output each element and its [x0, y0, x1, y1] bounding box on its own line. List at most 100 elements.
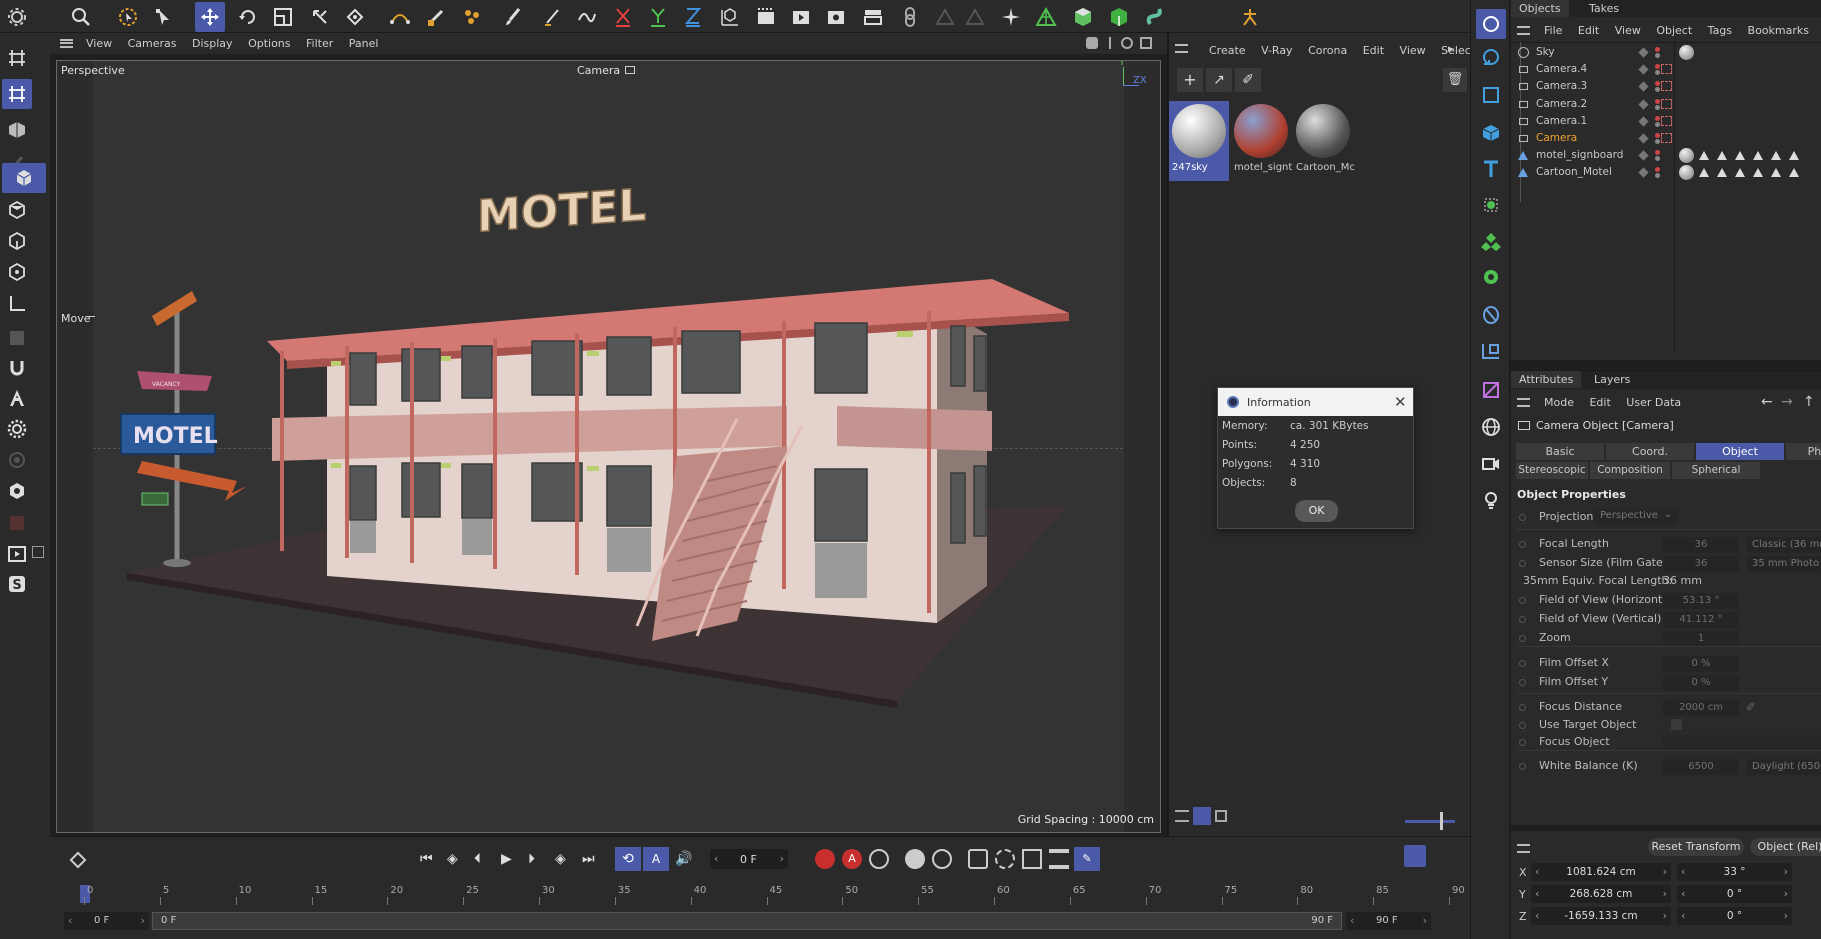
attr-value-field[interactable]: 36: [1663, 556, 1739, 572]
next-frame-icon[interactable]: ⏵: [528, 851, 535, 867]
dynamics-icon[interactable]: [1476, 300, 1506, 330]
text-icon[interactable]: [1476, 154, 1506, 184]
pan-icon[interactable]: [1086, 37, 1098, 49]
tag-icon[interactable]: [1789, 168, 1799, 178]
visibility-dots-icon[interactable]: [1655, 115, 1660, 121]
coord-mode-button[interactable]: Object (Rel): [1750, 838, 1821, 856]
scale-key-icon[interactable]: [1022, 849, 1042, 869]
visibility-dots-icon[interactable]: [1655, 64, 1660, 70]
protection-tag-icon[interactable]: [1661, 133, 1672, 143]
preview-size-slider[interactable]: [1405, 820, 1455, 823]
go-to-end-icon[interactable]: ⏭: [582, 851, 595, 867]
obj-menu-view[interactable]: View: [1615, 24, 1641, 37]
dialog-ok-button[interactable]: OK: [1295, 500, 1338, 522]
attr-value-field[interactable]: 41.112 °: [1663, 612, 1739, 628]
menu-options[interactable]: Options: [248, 37, 290, 50]
dialog-close-icon[interactable]: ✕: [1394, 393, 1407, 411]
spline-pen-icon[interactable]: [385, 2, 415, 32]
start-inc-icon[interactable]: ›: [141, 914, 145, 927]
tag-icon[interactable]: [1735, 168, 1745, 178]
dialog-titlebar[interactable]: Information ✕: [1218, 388, 1413, 416]
motel-scene[interactable]: MOTEL VACANCY MOTEL: [57, 61, 1161, 833]
attr-preset-dropdown[interactable]: 35 mm Photo: [1747, 556, 1821, 572]
search-icon[interactable]: [66, 2, 96, 32]
subtab-coord[interactable]: Coord.: [1606, 443, 1694, 460]
subtab-physical[interactable]: Physical: [1786, 443, 1821, 460]
scene-icon[interactable]: [1476, 336, 1506, 366]
soft-selection-icon[interactable]: [2, 445, 32, 475]
anim-keyframe-icon[interactable]: [1519, 660, 1526, 667]
knife-icon[interactable]: [538, 2, 568, 32]
animate-icon[interactable]: [2, 383, 32, 413]
attr-value-field[interactable]: 6500: [1663, 759, 1739, 775]
axis-mode-icon[interactable]: [2, 289, 32, 319]
timeline-ruler[interactable]: 0 5 10 15 20 25 30 35 40 45 50 55 60 65 70 75 80 85 90: [80, 885, 1480, 907]
tag-icon[interactable]: [1717, 168, 1727, 178]
projection-dropdown[interactable]: Perspective ⌄: [1594, 508, 1678, 525]
dolly-icon[interactable]: [1109, 37, 1119, 49]
coord-pos-field[interactable]: ‹ 1081.624 cm ›: [1531, 863, 1671, 881]
settings-cog-icon[interactable]: [2, 414, 32, 444]
object-row[interactable]: Camera.4: [1511, 61, 1821, 78]
render-region-icon[interactable]: [751, 2, 781, 32]
attr-value-field[interactable]: 36: [1663, 537, 1739, 553]
model-mode-icon[interactable]: [2, 115, 32, 145]
obj-menu-bookmarks[interactable]: Bookmarks: [1748, 24, 1809, 37]
placeholder-icon[interactable]: [960, 2, 990, 32]
start-field[interactable]: ‹ 0 F ›: [64, 912, 149, 930]
coord-hamburger-icon[interactable]: [1517, 844, 1530, 853]
material-tag-icon[interactable]: [1679, 165, 1694, 181]
go-to-start-icon[interactable]: ⏮: [420, 851, 433, 867]
coord-pos-field[interactable]: ‹ -1659.133 cm ›: [1531, 907, 1671, 925]
sound-icon[interactable]: 🔊: [675, 851, 692, 867]
y-axis-lock-icon[interactable]: [643, 2, 673, 32]
spline-sketch-icon[interactable]: [421, 2, 451, 32]
attr-menu-edit[interactable]: Edit: [1589, 396, 1610, 409]
attr-preset-dropdown[interactable]: Classic (36 mm: [1747, 537, 1821, 553]
object-row[interactable]: Sky: [1511, 44, 1821, 61]
back-arrow-icon[interactable]: ←: [1761, 394, 1773, 410]
render-settings-icon[interactable]: [821, 2, 851, 32]
list-view-icon[interactable]: [1175, 810, 1189, 822]
layer-icon[interactable]: [1638, 116, 1649, 127]
tag-icon[interactable]: [1753, 151, 1763, 161]
anim-keyframe-icon[interactable]: [1519, 763, 1526, 770]
s-plugin-icon[interactable]: S: [2, 569, 32, 599]
subtab-object[interactable]: Object: [1696, 443, 1784, 460]
mat-menu-more-icon[interactable]: ▸: [1448, 42, 1454, 55]
magnet-icon[interactable]: [2, 353, 32, 383]
grid-view-icon[interactable]: [1193, 807, 1211, 825]
mat-hamburger-icon[interactable]: [1175, 44, 1188, 53]
tab-attributes[interactable]: Attributes: [1511, 371, 1582, 388]
z-axis-lock-icon[interactable]: [678, 2, 708, 32]
mograph-icon[interactable]: [1476, 226, 1506, 256]
coord-rot-field[interactable]: ‹ 33 ° ›: [1677, 863, 1792, 881]
keyframe-icon[interactable]: [69, 851, 87, 869]
menu-filter[interactable]: Filter: [306, 37, 333, 50]
link-icon[interactable]: [895, 2, 925, 32]
coord-rot-field[interactable]: ‹ 0 ° ›: [1677, 885, 1792, 903]
tag-icon[interactable]: [1699, 151, 1709, 161]
object-row[interactable]: motel_signboard: [1511, 147, 1821, 164]
visibility-dots-icon[interactable]: [1655, 47, 1660, 52]
warning-icon[interactable]: [930, 2, 960, 32]
sparkle-icon[interactable]: [996, 2, 1026, 32]
tag-icon[interactable]: [1699, 168, 1709, 178]
snap-icon[interactable]: [340, 2, 370, 32]
object-mode-icon[interactable]: [2, 163, 46, 193]
field-inc-icon[interactable]: ›: [1784, 865, 1788, 878]
key-filter-icon[interactable]: [932, 849, 952, 869]
cube-primitive-icon[interactable]: [1068, 2, 1098, 32]
brush-icon[interactable]: [498, 2, 528, 32]
menu-cameras[interactable]: Cameras: [128, 37, 177, 50]
anim-keyframe-icon[interactable]: [1519, 597, 1526, 604]
triangle-mesh-icon[interactable]: [1031, 2, 1061, 32]
orbit-icon[interactable]: [1121, 37, 1133, 49]
object-row[interactable]: Camera.2: [1511, 96, 1821, 113]
frame-inc-icon[interactable]: ›: [780, 852, 784, 865]
gear-icon[interactable]: [2, 2, 32, 32]
external-link-icon[interactable]: [32, 546, 44, 558]
tag-icon[interactable]: [1717, 151, 1727, 161]
x-axis-lock-icon[interactable]: [608, 2, 638, 32]
cloner-icon[interactable]: [1476, 190, 1506, 220]
